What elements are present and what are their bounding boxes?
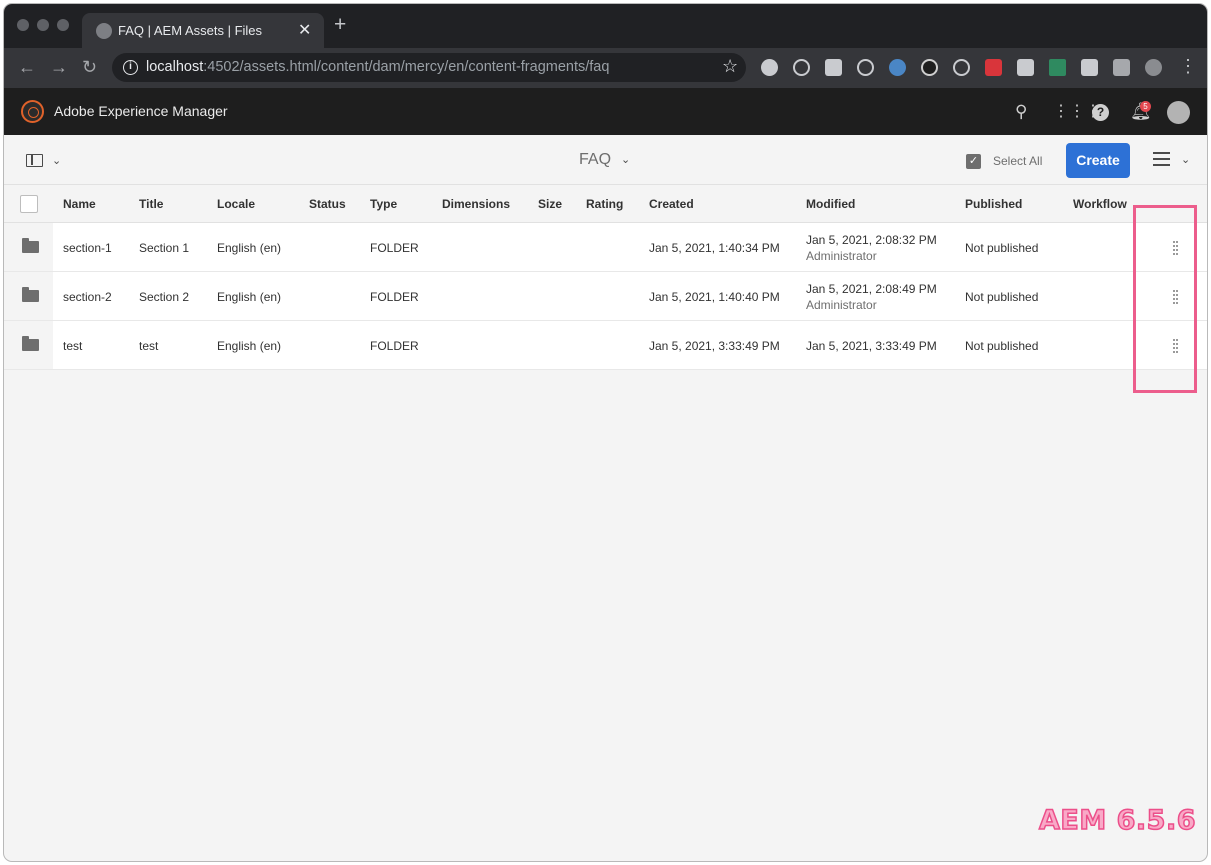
cell-locale: English (en) [217, 241, 282, 255]
aem-header: Adobe Experience Manager ⚲ ⋮⋮⋮ ? 🔔︎ 5 [4, 88, 1207, 135]
puzzle-extensions-icon[interactable] [1081, 59, 1098, 76]
select-all-label[interactable]: Select All [993, 154, 1042, 168]
browser-window: FAQ | AEM Assets | Files ✕ + ← → ↻ i loc… [4, 4, 1207, 861]
folder-icon [22, 336, 39, 351]
cell-modified-by: Administrator [806, 298, 877, 312]
cell-locale: English (en) [217, 339, 282, 353]
profile-avatar[interactable] [1145, 59, 1162, 76]
assets-list-table: Name Title Locale Status Type Dimensions… [4, 185, 1207, 370]
extension-icon[interactable] [889, 59, 906, 76]
table-row[interactable]: test test English (en) FOLDER Jan 5, 202… [4, 321, 1207, 370]
row-select-cell[interactable] [4, 223, 53, 271]
extension-icon[interactable] [1017, 59, 1034, 76]
select-all-rows-checkbox[interactable] [20, 195, 38, 213]
column-header-size[interactable]: Size [538, 197, 562, 211]
cell-published: Not published [965, 290, 1039, 304]
cell-published: Not published [965, 339, 1039, 353]
column-header-dimensions[interactable]: Dimensions [442, 197, 510, 211]
column-header-workflow[interactable]: Workflow [1073, 197, 1127, 211]
extension-icon[interactable] [985, 59, 1002, 76]
cell-title: Section 2 [139, 290, 190, 304]
chevron-down-icon[interactable]: ⌄ [1181, 153, 1190, 166]
cell-modified: Jan 5, 2021, 2:08:49 PM [806, 282, 937, 296]
highlight-box [1133, 205, 1197, 393]
column-header-locale[interactable]: Locale [217, 197, 255, 211]
folder-icon [22, 287, 39, 302]
window-zoom-button[interactable] [57, 19, 69, 31]
extension-icon[interactable] [793, 59, 810, 76]
extension-icon[interactable] [953, 59, 970, 76]
media-queue-icon[interactable] [1113, 59, 1130, 76]
browser-tabstrip: FAQ | AEM Assets | Files ✕ + [4, 4, 1207, 48]
cell-name[interactable]: section-1 [63, 241, 112, 255]
extension-icon[interactable] [921, 59, 938, 76]
chevron-down-icon[interactable]: ⌄ [621, 153, 630, 166]
site-info-icon[interactable]: i [123, 60, 138, 75]
cell-published: Not published [965, 241, 1039, 255]
list-view-icon[interactable] [1153, 152, 1170, 167]
cell-modified: Jan 5, 2021, 3:33:49 PM [806, 339, 937, 353]
browser-menu-icon[interactable]: ⋮ [1179, 56, 1197, 77]
notification-count-badge: 5 [1140, 101, 1151, 112]
reload-icon[interactable]: ↻ [82, 57, 97, 77]
table-header: Name Title Locale Status Type Dimensions… [4, 185, 1207, 223]
extension-icon[interactable] [761, 59, 778, 76]
column-header-published[interactable]: Published [965, 197, 1022, 211]
column-header-status[interactable]: Status [309, 197, 346, 211]
new-tab-button[interactable]: + [334, 14, 346, 35]
table-row[interactable]: section-1 Section 1 English (en) FOLDER … [4, 223, 1207, 272]
column-header-created[interactable]: Created [649, 197, 694, 211]
select-all-checkbox-icon[interactable]: ✓ [966, 154, 981, 169]
column-header-modified[interactable]: Modified [806, 197, 855, 211]
chevron-down-icon[interactable]: ⌄ [52, 154, 61, 167]
cell-modified: Jan 5, 2021, 2:08:32 PM [806, 233, 937, 247]
cell-created: Jan 5, 2021, 1:40:34 PM [649, 241, 780, 255]
extension-icon[interactable] [1049, 59, 1066, 76]
help-icon[interactable]: ? [1092, 104, 1109, 121]
browser-tab-faq[interactable]: FAQ | AEM Assets | Files ✕ [82, 13, 324, 48]
cell-created: Jan 5, 2021, 3:33:49 PM [649, 339, 780, 353]
cell-name[interactable]: test [63, 339, 82, 353]
tab-title: FAQ | AEM Assets | Files [118, 23, 263, 38]
cell-title: Section 1 [139, 241, 190, 255]
folder-icon [22, 238, 39, 253]
action-bar: ⌄ FAQ ⌄ ✓ Select All Create ⌄ [4, 135, 1207, 185]
table-row[interactable]: section-2 Section 2 English (en) FOLDER … [4, 272, 1207, 321]
create-button[interactable]: Create [1066, 143, 1130, 178]
row-select-cell[interactable] [4, 321, 53, 369]
cell-locale: English (en) [217, 290, 282, 304]
adobe-experience-manager-logo-icon[interactable] [21, 100, 44, 123]
page-title[interactable]: FAQ [579, 151, 611, 169]
window-minimize-button[interactable] [37, 19, 49, 31]
address-bar[interactable]: i localhost:4502/assets.html/content/dam… [112, 53, 746, 82]
cell-modified-by: Administrator [806, 249, 877, 263]
browser-toolbar: ← → ↻ i localhost:4502/assets.html/conte… [4, 48, 1207, 88]
cell-type: FOLDER [370, 241, 419, 255]
cell-created: Jan 5, 2021, 1:40:40 PM [649, 290, 780, 304]
cell-type: FOLDER [370, 290, 419, 304]
extension-icon[interactable] [825, 59, 842, 76]
react-devtools-icon[interactable] [857, 59, 874, 76]
rail-toggle-icon[interactable] [26, 154, 43, 167]
product-name[interactable]: Adobe Experience Manager [54, 103, 228, 119]
cell-name[interactable]: section-2 [63, 290, 112, 304]
cell-type: FOLDER [370, 339, 419, 353]
globe-icon [96, 23, 112, 39]
column-header-name[interactable]: Name [63, 197, 96, 211]
column-header-title[interactable]: Title [139, 197, 163, 211]
window-close-button[interactable] [17, 19, 29, 31]
bookmark-star-icon[interactable]: ☆ [722, 56, 738, 77]
close-tab-icon[interactable]: ✕ [298, 20, 311, 40]
cell-title: test [139, 339, 159, 353]
back-arrow-icon[interactable]: ← [18, 57, 36, 77]
version-watermark: AEM 6.5.6 [1038, 804, 1196, 837]
forward-arrow-icon[interactable]: → [50, 57, 68, 77]
search-icon[interactable]: ⚲ [1015, 103, 1027, 120]
user-avatar[interactable] [1167, 101, 1190, 124]
column-header-type[interactable]: Type [370, 197, 397, 211]
column-header-rating[interactable]: Rating [586, 197, 623, 211]
url-text[interactable]: localhost:4502/assets.html/content/dam/m… [146, 59, 609, 75]
row-select-cell[interactable] [4, 272, 53, 320]
